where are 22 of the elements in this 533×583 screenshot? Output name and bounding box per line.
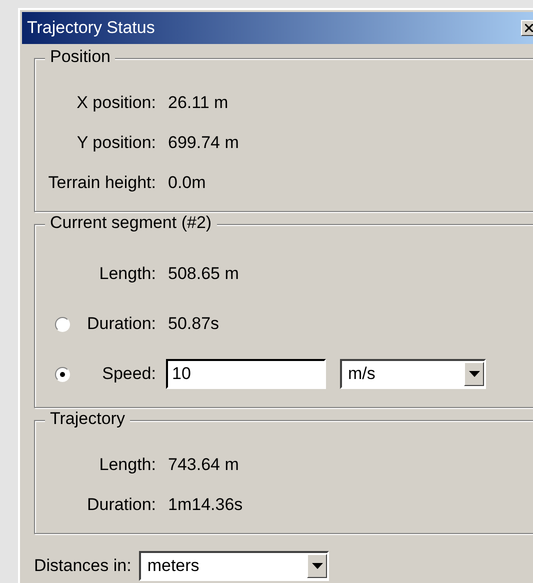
unit-dropdown[interactable]: m/s (340, 359, 486, 389)
field-label: Duration: (86, 314, 156, 334)
field-label: Terrain height: (47, 173, 156, 193)
field-value: 743.64 m (168, 455, 239, 475)
field-label: X position: (76, 93, 156, 113)
window-title: Trajectory Status (27, 18, 155, 38)
field-label: Duration: (86, 495, 156, 515)
group-title: Current segment (#2) (45, 213, 217, 233)
speed-input-field[interactable]: 10 (166, 359, 326, 389)
field-label: Length: (98, 455, 156, 475)
group-title: Trajectory (45, 409, 130, 429)
field-value: 0.0m (168, 173, 206, 193)
field-label: Y position: (76, 133, 156, 153)
field-value: 699.74 m (168, 133, 239, 153)
field-value: 26.11 m (168, 93, 228, 113)
field-value: 1m14.36s (168, 495, 243, 515)
field-value: 50.87s (168, 314, 220, 334)
field-value: 508.65 m (168, 264, 239, 284)
field-label: Distances in: (34, 556, 132, 576)
field-label: Length: (98, 264, 156, 284)
field-label: Speed: (101, 364, 156, 384)
distance-unit-dropdown[interactable]: meters (139, 551, 330, 581)
